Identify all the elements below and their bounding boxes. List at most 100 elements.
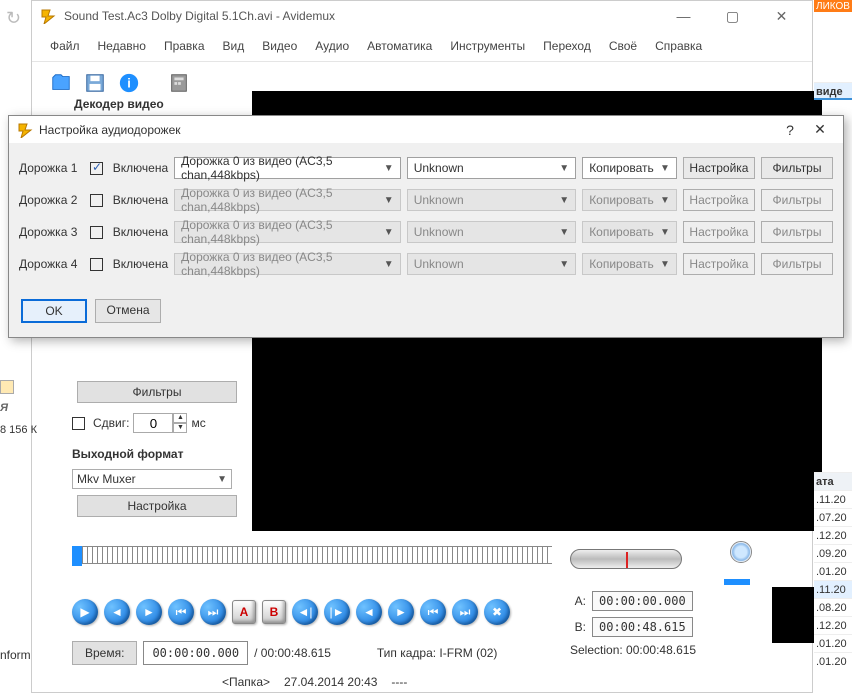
shift-unit: мс	[191, 416, 205, 430]
menu-Видео[interactable]: Видео	[254, 35, 305, 57]
track-source-select: Дорожка 0 из видео (AC3,5 chan,448kbps)▼	[174, 189, 401, 211]
track-enable-checkbox[interactable]	[90, 194, 103, 207]
shift-input[interactable]	[133, 413, 173, 433]
calculator-icon[interactable]	[164, 68, 194, 98]
shift-checkbox[interactable]	[72, 417, 85, 430]
duration-label: / 00:00:48.615	[254, 646, 331, 660]
filters-button[interactable]: Фильтры	[77, 381, 237, 403]
menu-Справка[interactable]: Справка	[647, 35, 710, 57]
right-date-cell: .01.20	[814, 652, 852, 670]
track-enabled-text: Включена	[113, 193, 168, 207]
info-fragment: nform	[0, 648, 31, 662]
reload-icon[interactable]: ↻	[6, 8, 21, 29]
time-value[interactable]: 00:00:00.000	[143, 641, 248, 665]
menu-Своё[interactable]: Своё	[601, 35, 645, 57]
goto-start-icon[interactable]: ⏮	[420, 599, 446, 625]
sel-b-label: B:	[570, 620, 586, 634]
mark-a-icon[interactable]: A	[232, 600, 256, 624]
mark-b-icon[interactable]: B	[262, 600, 286, 624]
open-file-icon[interactable]	[46, 68, 76, 98]
muxer-select[interactable]: Mkv Muxer ▼	[72, 469, 232, 489]
video-decoder-label: Декодер видео	[74, 97, 164, 111]
track-language-select[interactable]: Unknown▼	[407, 157, 576, 179]
track-language-select: Unknown▼	[407, 253, 576, 275]
selection-label: Selection: 00:00:48.615	[570, 643, 696, 657]
status-dash: ----	[387, 673, 411, 691]
ok-button[interactable]: OK	[21, 299, 87, 323]
configure-button[interactable]: Настройка	[77, 495, 237, 517]
seek-fwd-black-icon[interactable]: ►	[388, 599, 414, 625]
menu-Инструменты[interactable]: Инструменты	[442, 35, 533, 57]
track-codec-select: Копировать▼	[582, 221, 677, 243]
seek-back-black-icon[interactable]: ◄	[356, 599, 382, 625]
menu-Файл[interactable]: Файл	[42, 35, 88, 57]
rewind-icon[interactable]: ⏮	[168, 599, 194, 625]
prev-icon[interactable]: ◄	[104, 599, 130, 625]
sel-a-value[interactable]: 00:00:00.000	[592, 591, 693, 611]
minimize-button[interactable]: —	[661, 2, 706, 30]
track-configure-button: Настройка	[683, 221, 755, 243]
seek-back-key-icon[interactable]: ◄|	[292, 599, 318, 625]
dialog-app-icon	[17, 122, 33, 138]
disc-icon[interactable]	[730, 541, 752, 563]
jog-wheel[interactable]	[570, 549, 682, 569]
track-enabled-text: Включена	[113, 161, 168, 175]
dialog-help-button[interactable]: ?	[775, 122, 805, 138]
track-enable-checkbox[interactable]	[90, 226, 103, 239]
shift-spinner[interactable]: ▲▼	[133, 413, 187, 433]
maximize-button[interactable]: ▢	[710, 2, 755, 30]
track-filters-button: Фильтры	[761, 253, 833, 275]
spin-down-icon[interactable]: ▼	[173, 423, 187, 433]
delete-icon[interactable]: ✖	[484, 599, 510, 625]
right-orange-badge: ЛИКОВ	[814, 0, 852, 12]
menu-Недавно[interactable]: Недавно	[90, 35, 154, 57]
right-date-cell: .12.20	[814, 526, 852, 544]
output-format-label: Выходной формат	[72, 447, 242, 469]
menu-Вид[interactable]: Вид	[215, 35, 253, 57]
left-letter-icon: Я	[0, 402, 37, 414]
timeline-ruler[interactable]	[72, 546, 552, 564]
next-icon[interactable]: ►	[136, 599, 162, 625]
track-label: Дорожка 3	[19, 225, 84, 239]
status-date: 27.04.2014 20:43	[280, 673, 381, 691]
track-label: Дорожка 1	[19, 161, 84, 175]
track-codec-select[interactable]: Копировать▼	[582, 157, 677, 179]
dialog-title: Настройка аудиодорожек	[39, 123, 775, 137]
right-date-cell: .01.20	[814, 634, 852, 652]
track-codec-select: Копировать▼	[582, 189, 677, 211]
app-icon	[40, 8, 56, 24]
menu-Аудио[interactable]: Аудио	[307, 35, 357, 57]
track-codec-select: Копировать▼	[582, 253, 677, 275]
track-enable-checkbox[interactable]	[90, 258, 103, 271]
cancel-button[interactable]: Отмена	[95, 299, 161, 323]
spin-up-icon[interactable]: ▲	[173, 413, 187, 423]
track-enable-checkbox[interactable]	[90, 162, 103, 175]
track-configure-button[interactable]: Настройка	[683, 157, 755, 179]
menu-Автоматика[interactable]: Автоматика	[359, 35, 440, 57]
status-folder: <Папка>	[218, 673, 274, 691]
menu-Правка[interactable]: Правка	[156, 35, 213, 57]
dialog-close-button[interactable]: ✕	[805, 121, 835, 138]
play-icon[interactable]: ▶	[72, 599, 98, 625]
bitrate-label: 8 156 К	[0, 424, 37, 436]
track-label: Дорожка 2	[19, 193, 84, 207]
track-source-select[interactable]: Дорожка 0 из видео (AC3,5 chan,448kbps)▼	[174, 157, 401, 179]
timeline-handle[interactable]	[72, 546, 82, 566]
goto-end-icon[interactable]: ⏭	[452, 599, 478, 625]
info-icon[interactable]: i	[114, 68, 144, 98]
sel-b-value[interactable]: 00:00:48.615	[592, 617, 693, 637]
track-language-select: Unknown▼	[407, 221, 576, 243]
shift-label: Сдвиг:	[93, 416, 129, 430]
save-icon[interactable]	[80, 68, 110, 98]
forward-icon[interactable]: ⏭	[200, 599, 226, 625]
frame-type-label: Тип кадра: I-FRM (02)	[377, 646, 498, 660]
muxer-value: Mkv Muxer	[77, 472, 136, 486]
menu-Переход[interactable]: Переход	[535, 35, 599, 57]
track-configure-button: Настройка	[683, 253, 755, 275]
seek-fwd-key-icon[interactable]: |►	[324, 599, 350, 625]
track-filters-button[interactable]: Фильтры	[761, 157, 833, 179]
close-button[interactable]: ✕	[759, 2, 804, 30]
track-label: Дорожка 4	[19, 257, 84, 271]
time-label-button[interactable]: Время:	[72, 641, 137, 665]
track-configure-button: Настройка	[683, 189, 755, 211]
